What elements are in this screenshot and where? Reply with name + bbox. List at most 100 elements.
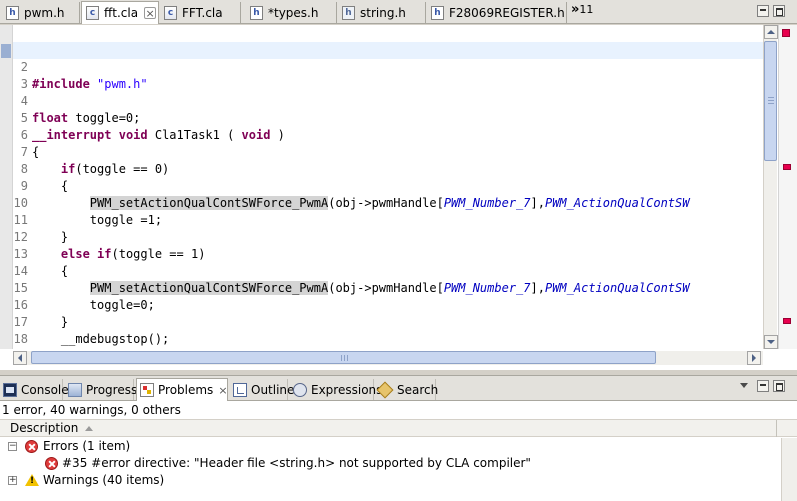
tab-label: Search (397, 382, 439, 397)
close-tab-icon[interactable]: × (144, 7, 157, 19)
code-line: 17 __mdebugstop(); (13, 297, 763, 346)
column-divider[interactable] (776, 420, 777, 437)
header-file-icon: h (431, 6, 444, 20)
tab-console[interactable]: Console (0, 379, 69, 400)
outline-icon (233, 382, 247, 397)
search-icon (376, 381, 394, 398)
tab-label: pwm.h (24, 6, 65, 20)
scroll-right-button[interactable] (747, 351, 761, 365)
annotation-marker[interactable] (783, 164, 791, 170)
code-line: 15 toggle=0; (13, 263, 763, 312)
scroll-left-button[interactable] (13, 351, 27, 365)
code-line: 14 PWM_setActionQualContSWForce_PwmA(obj… (13, 246, 763, 295)
problems-icon (140, 383, 154, 397)
grip-line (344, 355, 345, 361)
arrow-left-icon (18, 354, 22, 362)
grip-line (768, 97, 774, 98)
code-line: 18 } (13, 314, 763, 346)
annotation-marker[interactable] (783, 318, 791, 324)
grip-line (768, 103, 774, 104)
tab-label: *types.h (268, 6, 319, 20)
arrow-up-icon (767, 30, 775, 34)
warning-icon (25, 474, 39, 486)
code-line: 16 } (13, 280, 763, 329)
problems-summary: 1 error, 40 warnings, 0 others (2, 403, 181, 417)
scroll-thumb[interactable] (764, 41, 777, 161)
tab-search[interactable]: Search (376, 379, 439, 400)
header-file-icon: h (6, 6, 19, 20)
header-file-icon: h (250, 6, 263, 20)
warnings-group-row[interactable]: + Warnings (40 items) (0, 472, 797, 489)
arrow-down-icon (767, 340, 775, 344)
console-icon (3, 382, 17, 397)
code-line: 19 __interrupt void Cla1Task2 ( void ) (13, 331, 763, 348)
code-line: 8 { (13, 144, 763, 193)
maximize-editor-button[interactable] (773, 5, 785, 17)
code-line: 6 { (13, 110, 763, 159)
maximize-panel-button[interactable] (773, 380, 785, 392)
tab-fft-cla[interactable]: c fft.cla × (81, 1, 159, 24)
overflow-count: 11 (579, 3, 594, 16)
grip-line (341, 355, 342, 361)
group-label: Errors (1 item) (43, 439, 131, 453)
column-header-description[interactable]: Description (10, 421, 94, 435)
code-area[interactable]: 1 2 #include "pwm.h" 3 4 float toggle=0;… (13, 25, 763, 349)
tab-types-h[interactable]: h *types.h (246, 2, 337, 24)
grip-line (768, 100, 774, 101)
error-icon (45, 457, 58, 470)
tab-label: fft.cla (104, 6, 139, 20)
panel-tab-bar: Console Progress Problems × Outline Expr… (0, 376, 797, 401)
tab-string-h[interactable]: h string.h (338, 2, 426, 24)
code-editor[interactable]: 1 2 #include "pwm.h" 3 4 float toggle=0;… (0, 25, 797, 370)
code-line: 7 if(toggle == 0) (13, 127, 763, 176)
code-line-current: 2 #include "pwm.h" (13, 42, 763, 91)
error-indicator-icon[interactable] (782, 29, 790, 37)
panel-vertical-scrollbar[interactable] (781, 438, 797, 501)
arrow-right-icon (752, 354, 756, 362)
code-line: 12 else if(toggle == 1) (13, 212, 763, 261)
tab-outline[interactable]: Outline (230, 379, 294, 400)
code-line: 11 } (13, 195, 763, 244)
scroll-down-button[interactable] (764, 335, 778, 349)
expressions-icon (293, 382, 307, 397)
header-file-icon: h (342, 6, 355, 20)
tab-label: Expressions (311, 382, 383, 397)
current-line-marker (1, 44, 11, 58)
line-number: 19 (13, 348, 28, 349)
collapse-toggle-icon[interactable]: − (8, 442, 17, 451)
scroll-up-button[interactable] (764, 25, 778, 39)
tab-fft-cla-2[interactable]: c FFT.cla (160, 2, 241, 24)
problems-panel: Console Progress Problems × Outline Expr… (0, 375, 797, 501)
editor-vertical-scrollbar[interactable] (763, 25, 778, 349)
minimize-editor-button[interactable] (757, 5, 769, 17)
progress-icon (68, 382, 82, 397)
editor-horizontal-scrollbar[interactable] (13, 351, 763, 365)
tab-progress[interactable]: Progress (65, 379, 137, 400)
tab-overflow-button[interactable]: »11 (571, 2, 593, 17)
tab-expressions[interactable]: Expressions (290, 379, 382, 400)
cla-file-icon: c (164, 6, 177, 20)
code-line: 10 toggle =1; (13, 178, 763, 227)
tab-label: string.h (360, 6, 406, 20)
cla-file-icon: c (86, 6, 99, 20)
errors-group-row[interactable]: − Errors (1 item) (0, 438, 797, 455)
error-icon (25, 440, 38, 453)
tab-label: Outline (251, 382, 295, 397)
tab-f28069register-h[interactable]: h F28069REGISTER.h (427, 2, 567, 24)
tab-problems[interactable]: Problems × (136, 378, 228, 401)
minimize-panel-button[interactable] (757, 380, 769, 392)
view-menu-icon[interactable] (738, 380, 750, 392)
error-item-row[interactable]: #35 #error directive: "Header file <stri… (0, 455, 797, 472)
expand-toggle-icon[interactable]: + (8, 476, 17, 485)
tab-label: FFT.cla (182, 6, 223, 20)
grip-line (347, 355, 348, 361)
overview-ruler[interactable] (778, 25, 797, 349)
group-label: Warnings (40 items) (43, 473, 165, 487)
horizontal-scroll-thumb[interactable] (31, 351, 656, 364)
code-line: 13 { (13, 229, 763, 278)
tab-pwm-h[interactable]: h pwm.h (2, 2, 80, 24)
close-tab-icon[interactable]: × (218, 384, 227, 397)
table-header: Description (0, 419, 797, 437)
error-message: #35 #error directive: "Header file <stri… (62, 456, 531, 470)
tab-label: Console (21, 382, 69, 397)
